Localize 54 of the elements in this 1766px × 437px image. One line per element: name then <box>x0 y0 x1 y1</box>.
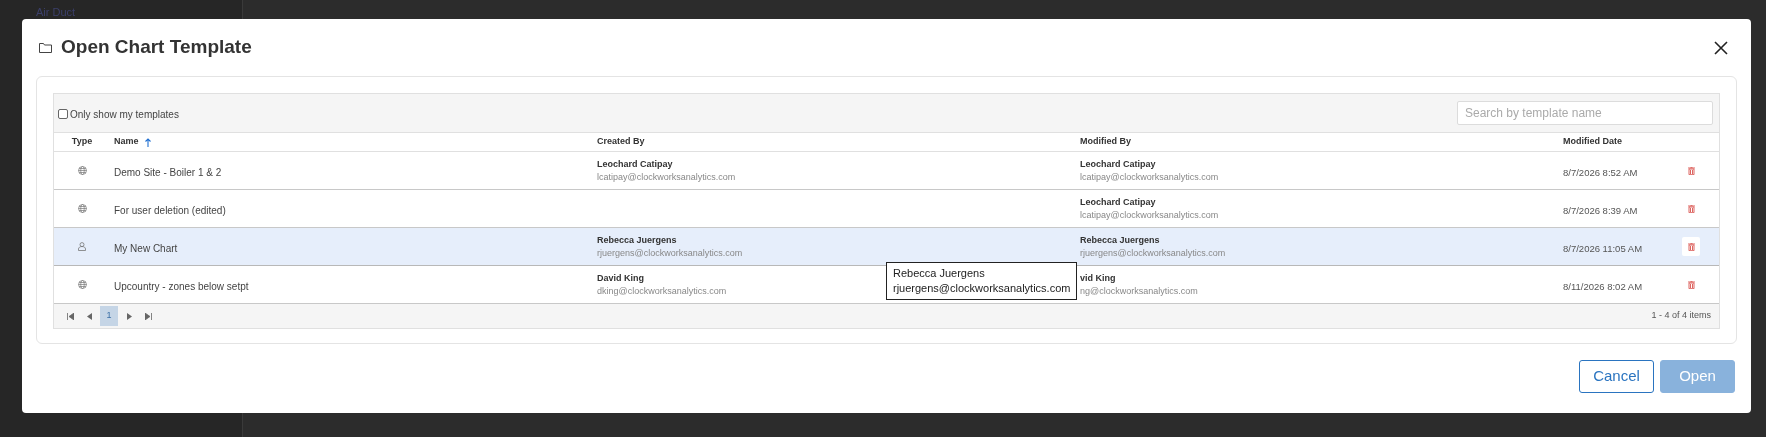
column-header[interactable]: Created By <box>597 135 645 149</box>
delete-button[interactable] <box>1682 237 1700 256</box>
column-header[interactable]: Type <box>71 135 93 149</box>
cancel-button[interactable]: Cancel <box>1579 360 1654 393</box>
sort-ascending-icon <box>144 137 151 147</box>
globe-icon <box>77 166 87 175</box>
user-email: ng@clockworksanalytics.com <box>1080 284 1198 298</box>
globe-icon <box>77 204 87 213</box>
tree-item: Air Duct <box>36 5 76 20</box>
user-email: lcatipay@clockworksanalytics.com <box>1080 170 1219 184</box>
modified-date: 8/7/2026 11:05 AM <box>1563 242 1643 254</box>
modified-date: 8/11/2026 8:02 AM <box>1563 280 1643 292</box>
first-page-icon <box>66 312 74 320</box>
user-email: rjuergens@clockworksanalytics.com <box>1080 246 1226 260</box>
user-email: dking@clockworksanalytics.com <box>597 284 727 298</box>
close-icon <box>1714 40 1728 55</box>
checkbox[interactable] <box>58 109 68 119</box>
page-button[interactable]: 1 <box>100 306 118 326</box>
folder-icon <box>39 42 52 53</box>
tooltip-email: rjuergens@clockworksanalytics.com <box>893 281 1071 296</box>
modified-date: 8/7/2026 8:39 AM <box>1563 204 1638 216</box>
modified-date: 8/7/2026 8:52 AM <box>1563 166 1638 178</box>
template-name: For user deletion (edited) <box>114 204 226 216</box>
dialog-title: Open Chart Template <box>61 35 252 60</box>
template-name: Upcountry - zones below setpt <box>114 280 249 292</box>
template-name: My New Chart <box>114 242 178 254</box>
column-header[interactable]: Modified By <box>1080 135 1131 149</box>
template-name: Demo Site - Boiler 1 & 2 <box>114 166 222 178</box>
trash-icon <box>1687 280 1695 289</box>
user-name: Leochard Catipay <box>1080 157 1156 171</box>
user-name: Leochard Catipay <box>597 157 673 171</box>
user-email: rjuergens@clockworksanalytics.com <box>597 246 743 260</box>
trash-icon <box>1687 166 1695 175</box>
column-header[interactable]: Name <box>114 135 139 149</box>
user-name: David King <box>597 271 644 285</box>
trash-icon <box>1687 204 1695 213</box>
pager-summary: 1 - 4 of 4 items <box>1651 309 1711 323</box>
trash-icon <box>1687 242 1695 251</box>
user-icon <box>78 242 86 251</box>
user-name: Rebecca Juergens <box>597 233 677 247</box>
next-page-icon <box>126 312 132 320</box>
user-email: lcatipay@clockworksanalytics.com <box>597 170 736 184</box>
globe-icon <box>77 280 87 289</box>
search-field[interactable]: Search by template name <box>1457 101 1713 125</box>
last-page-icon <box>144 312 152 320</box>
column-header[interactable]: Modified Date <box>1563 135 1622 149</box>
user-name: Leochard Catipay <box>1080 195 1156 209</box>
checkbox-label: Only show my templates <box>70 107 179 122</box>
previous-page-icon <box>86 312 92 320</box>
user-name: Rebecca Juergens <box>1080 233 1160 247</box>
tooltip-name: Rebecca Juergens <box>893 266 986 281</box>
table-row[interactable]: My New Chart Rebecca Juergens rjuergens@clockworksanalytics.com Rebecca Juergens rjuergens@clockworksanalytics.com 8/7/2026 11:05 AM <box>54 228 1719 266</box>
user-email: lcatipay@clockworksanalytics.com <box>1080 208 1219 222</box>
user-name: vid King <box>1080 271 1116 285</box>
